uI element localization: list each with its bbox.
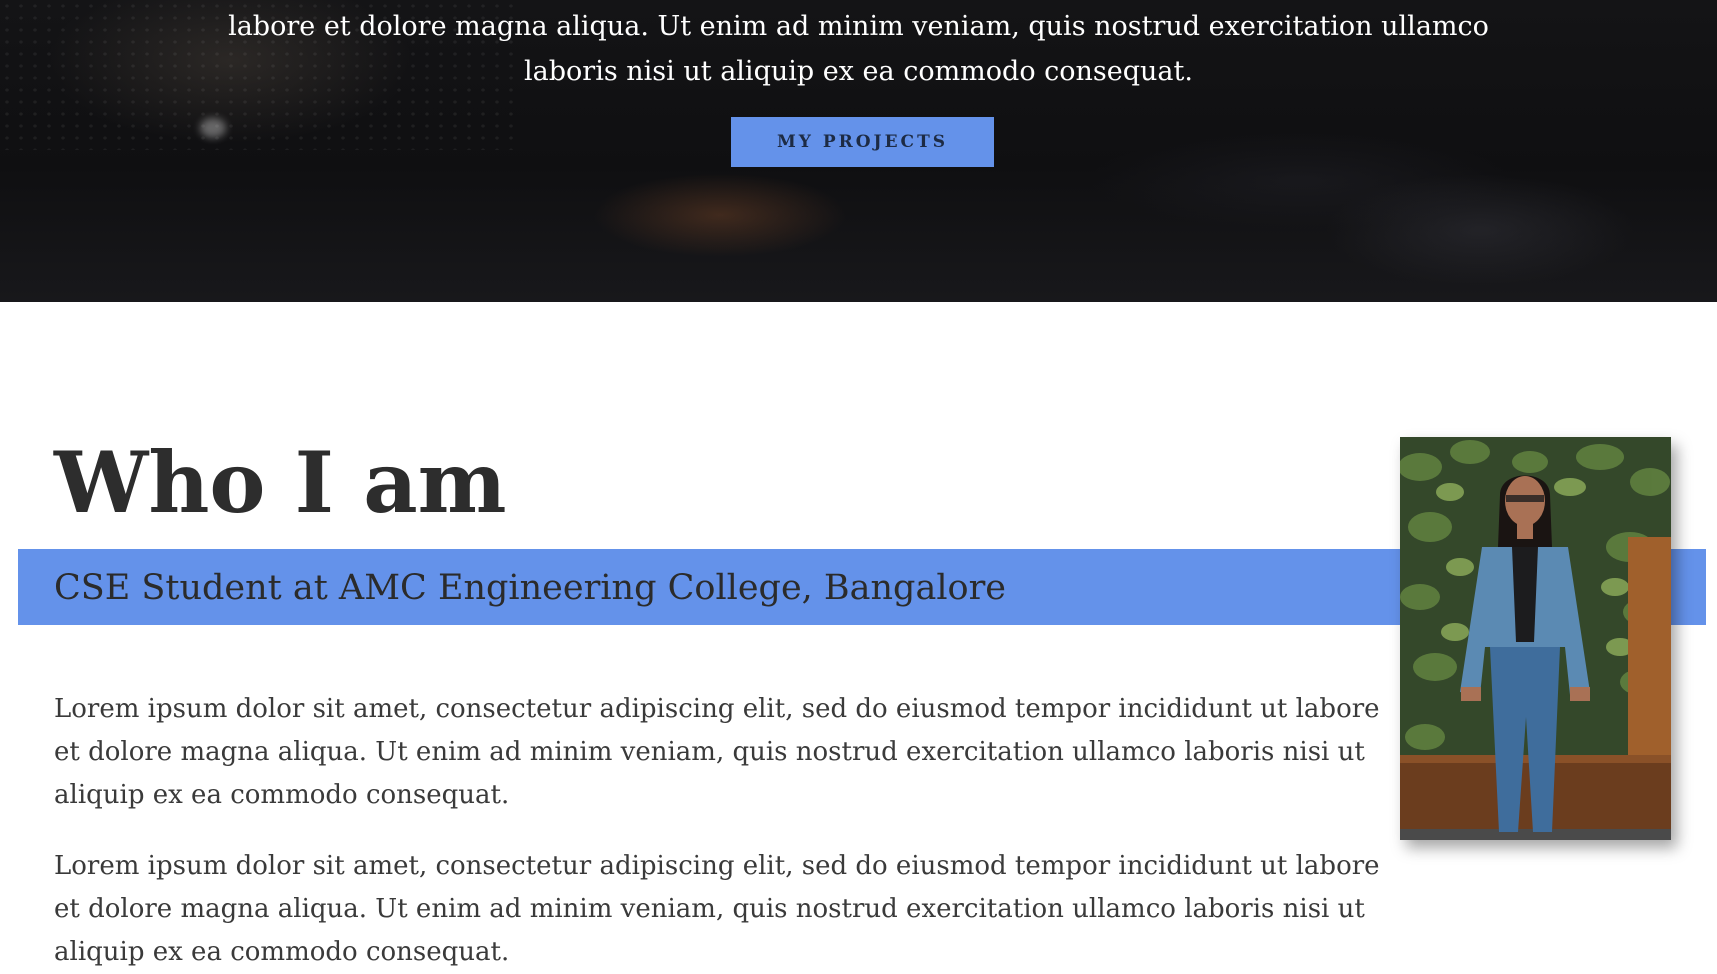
hero-description: labore et dolore magna aliqua. Ut enim a…: [0, 4, 1717, 94]
hero-description-line-2: laboris nisi ut aliquip ex ea commodo co…: [524, 56, 1193, 87]
hero-background-highlight: [200, 118, 226, 138]
hero-section: labore et dolore magna aliqua. Ut enim a…: [0, 0, 1717, 302]
my-projects-button[interactable]: MY PROJECTS: [731, 117, 994, 167]
about-paragraph-1: Lorem ipsum dolor sit amet, consectetur …: [54, 694, 1380, 810]
subtitle: CSE Student at AMC Engineering College, …: [54, 568, 1007, 608]
hero-description-line-1: labore et dolore magna aliqua. Ut enim a…: [228, 11, 1489, 42]
about-paragraph-2: Lorem ipsum dolor sit amet, consectetur …: [54, 851, 1380, 967]
section-heading: Who I am: [54, 433, 507, 532]
profile-photo: [1400, 437, 1671, 840]
